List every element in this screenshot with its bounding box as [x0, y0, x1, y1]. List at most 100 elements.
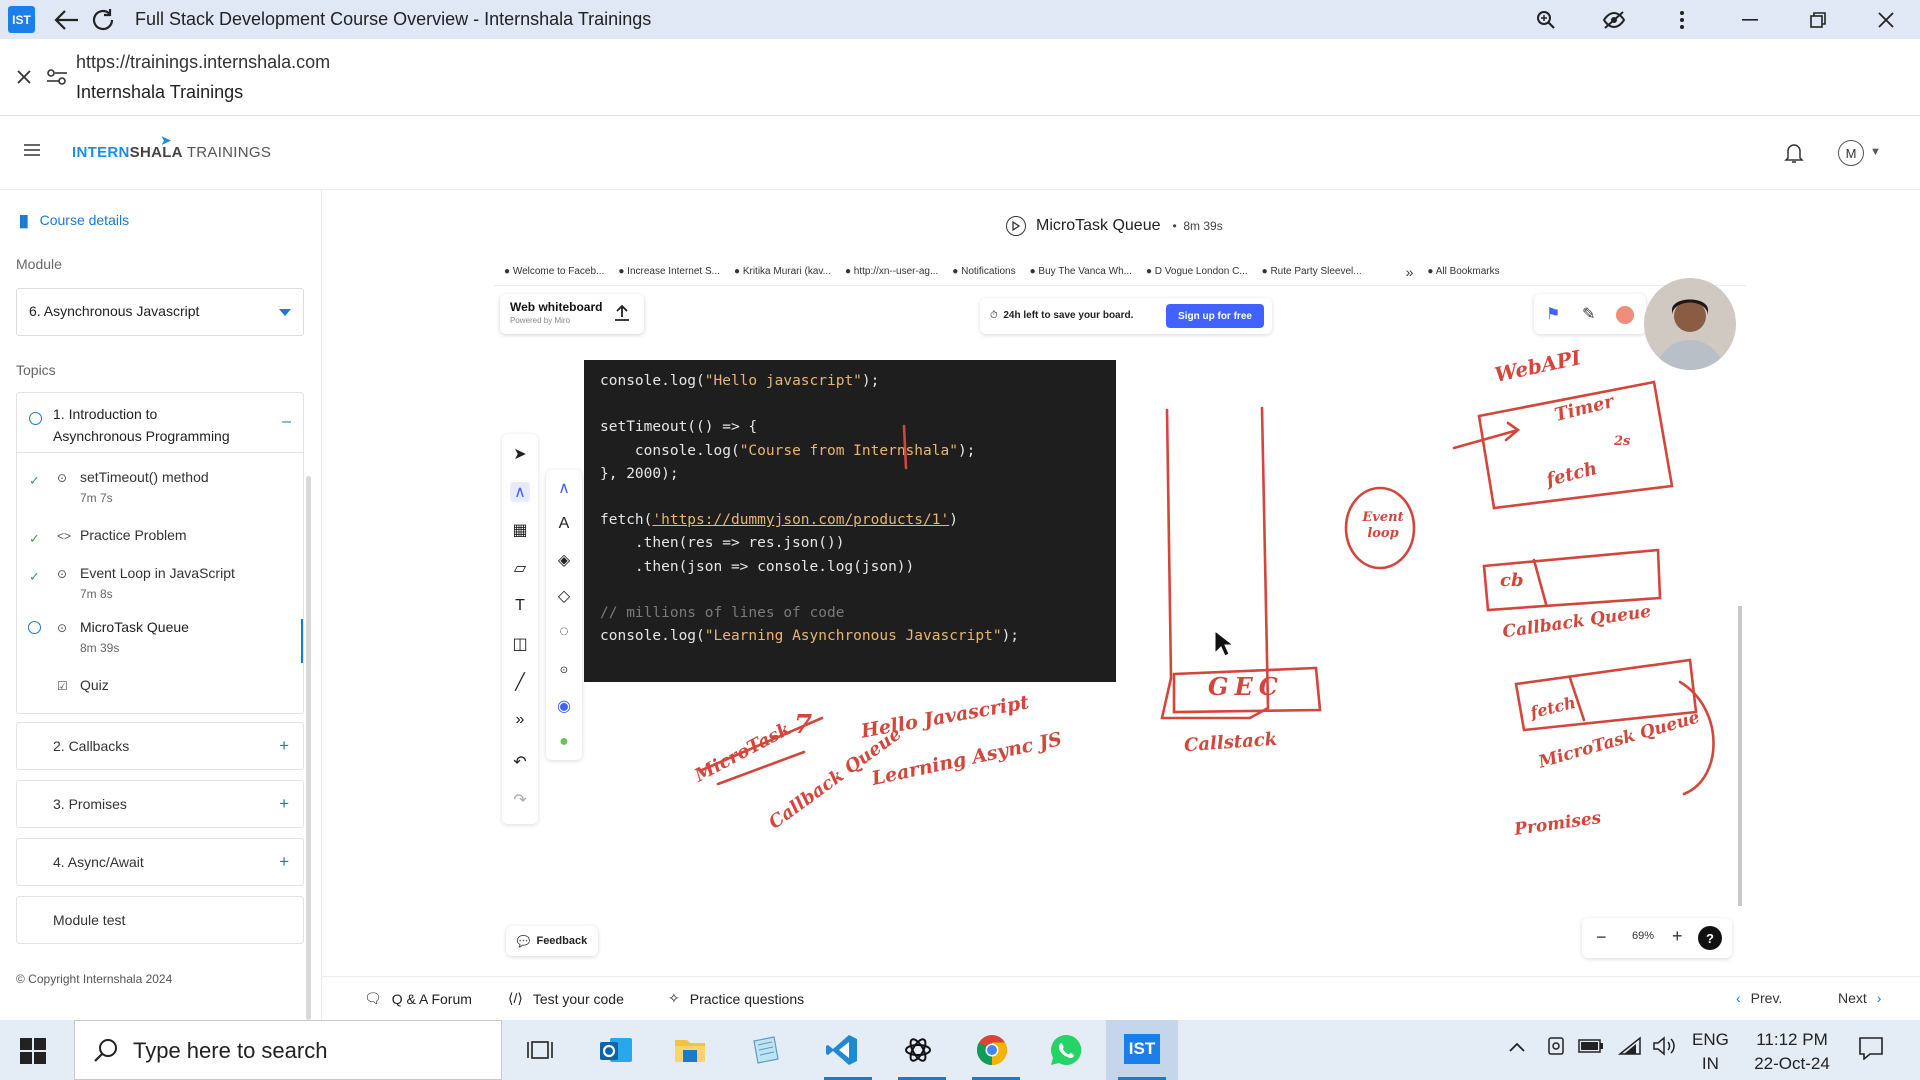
back-button[interactable]: [49, 2, 85, 38]
topic-1-title-line1: 1. Introduction to: [53, 406, 158, 422]
sidebar-scrollbar[interactable]: [306, 476, 311, 1020]
module-name: 4. Async/Await: [53, 854, 144, 870]
windows-taskbar: Type here to search IST ENG IN 11:12 PM …: [0, 1020, 1920, 1080]
topic-1-header[interactable]: 1. Introduction to Asynchronous Programm…: [17, 393, 303, 453]
code-window-icon: ⟨/⟩: [508, 990, 523, 1006]
module-test[interactable]: Module test: [16, 896, 304, 944]
zoom-in-icon: +: [1672, 926, 1683, 946]
list-item-active[interactable]: ⊙ MicroTask Queue 8m 39s: [17, 619, 303, 663]
language-indicator[interactable]: ENG IN: [1692, 1028, 1729, 1076]
zoom-out-icon: −: [1596, 927, 1607, 947]
hw-event-loop: Event loop: [1362, 510, 1404, 541]
list-item[interactable]: ☑ Quiz: [17, 677, 303, 707]
magnifier-icon: [1537, 10, 1555, 29]
test-code-button[interactable]: ⟨/⟩ Test your code: [508, 990, 624, 1007]
hw-2s: 2s: [1614, 434, 1631, 449]
chatgpt-app[interactable]: [898, 1030, 938, 1070]
outlook-icon: [600, 1038, 632, 1062]
active-indicator: [301, 619, 303, 663]
list-item[interactable]: ✓ ⊙ setTimeout() method 7m 7s: [17, 469, 303, 513]
module-callbacks[interactable]: 2. Callbacks +: [16, 722, 304, 770]
module-label: Module: [16, 256, 62, 272]
list-item[interactable]: ✓ <> Practice Problem: [17, 527, 303, 557]
outlook-app[interactable]: [596, 1030, 636, 1070]
play-circle-icon: ⊙: [57, 471, 68, 485]
hw-fetch-2: fetch: [1528, 692, 1578, 723]
show-hidden-icons-button[interactable]: [1508, 1038, 1526, 1058]
hw-microtask-queue: MicroTask Queue: [1536, 707, 1702, 773]
restore-button[interactable]: [1784, 2, 1852, 38]
tracking-button[interactable]: [1580, 2, 1648, 38]
kebab-icon: [1680, 10, 1684, 29]
task-view-button[interactable]: [520, 1030, 560, 1070]
circle-status-icon: [29, 412, 42, 425]
clock-time: 11:12 PM: [1756, 1030, 1828, 1049]
prev-button[interactable]: ‹ Prev.: [1736, 990, 1782, 1006]
module-promises[interactable]: 3. Promises +: [16, 780, 304, 828]
next-label: Next: [1838, 990, 1867, 1006]
next-button[interactable]: Next ›: [1838, 990, 1891, 1006]
task-view-icon: [527, 1041, 553, 1059]
zoom-button[interactable]: [1512, 2, 1580, 38]
topic-1-title: 1. Introduction to Asynchronous Programm…: [53, 403, 230, 447]
restore-icon: [1810, 11, 1826, 28]
vscode-app[interactable]: [822, 1030, 862, 1070]
chrome-app[interactable]: [972, 1030, 1012, 1070]
taskbar-search[interactable]: Type here to search: [74, 1020, 502, 1080]
play-circle-icon: ⊙: [57, 567, 68, 581]
reload-icon: [92, 8, 114, 30]
item-duration: 8m 39s: [80, 641, 120, 655]
topic-group-1: 1. Introduction to Asynchronous Programm…: [16, 392, 304, 714]
arrow-left-icon: [54, 9, 78, 30]
minimize-button[interactable]: [1716, 2, 1784, 38]
logo-text-intern: INTERN: [72, 144, 130, 161]
collapse-icon[interactable]: –: [282, 413, 291, 431]
notifications-center-button[interactable]: [1858, 1036, 1884, 1065]
clock-date: 22-Oct-24: [1754, 1054, 1830, 1073]
avatar[interactable]: M: [1838, 140, 1864, 166]
internshala-logo[interactable]: ➤ INTERNSHALA TRAININGS: [72, 132, 271, 161]
notepad-app[interactable]: [746, 1030, 786, 1070]
video-player[interactable]: ● Welcome to Faceb... ● Increase Internet…: [494, 258, 1746, 963]
lesson-bottom-bar: 🗨 Q & A Forum ⟨/⟩ Test your code ✧ Practice…: [322, 976, 1920, 1020]
zoom-controls: − 69% + ?: [1582, 918, 1732, 958]
bar-chart-icon: ▐▌: [16, 216, 32, 228]
meet-now-icon[interactable]: [1546, 1036, 1566, 1063]
close-window-button[interactable]: [1852, 2, 1920, 38]
practice-questions-button[interactable]: ✧ Practice questions: [668, 990, 804, 1007]
module-select[interactable]: 6. Asynchronous Javascript: [16, 288, 304, 336]
course-sidebar: ▐▌ Course details Module 6. Asynchronous …: [0, 190, 322, 1020]
caret-down-icon[interactable]: ▼: [1870, 146, 1881, 158]
module-async-await[interactable]: 4. Async/Await +: [16, 838, 304, 886]
qa-forum-button[interactable]: 🗨 Q & A Forum: [364, 990, 472, 1007]
prev-label: Prev.: [1750, 990, 1783, 1006]
vscode-icon: [826, 1035, 857, 1065]
hw-callback-queue: Callback Queue: [1501, 601, 1653, 643]
close-tab-button[interactable]: [12, 65, 36, 89]
ist-app[interactable]: IST: [1106, 1020, 1178, 1080]
module-select-value: 6. Asynchronous Javascript: [29, 303, 200, 319]
close-icon: [17, 70, 31, 84]
reload-button[interactable]: [85, 2, 121, 38]
clock[interactable]: 11:12 PM 22-Oct-24: [1742, 1028, 1842, 1076]
menu-button[interactable]: [1648, 2, 1716, 38]
help-icon: ?: [1698, 926, 1722, 950]
ist-app-label: IST: [1124, 1034, 1160, 1064]
start-button[interactable]: [20, 1038, 46, 1064]
play-circle-icon: [1006, 216, 1026, 236]
wifi-icon[interactable]: [1617, 1036, 1642, 1061]
battery-icon[interactable]: [1578, 1038, 1604, 1059]
site-header: ➤ INTERNSHALA TRAININGS M ▼: [0, 116, 1920, 190]
item-name: Practice Problem: [80, 527, 187, 543]
url-host[interactable]: https://trainings.internshala.com: [76, 52, 330, 73]
volume-icon[interactable]: [1652, 1036, 1676, 1061]
whatsapp-app[interactable]: [1046, 1030, 1086, 1070]
list-item[interactable]: ✓ ⊙ Event Loop in JavaScript 7m 8s: [17, 565, 303, 609]
site-settings-button[interactable]: [44, 65, 70, 89]
course-details-link[interactable]: ▐▌ Course details: [16, 212, 129, 228]
hamburger-menu-button[interactable]: [22, 142, 42, 162]
notifications-button[interactable]: [1784, 142, 1808, 166]
minimize-icon: [1742, 18, 1758, 21]
hw-microtask-left: MicroTask: [691, 718, 794, 787]
file-explorer-app[interactable]: [670, 1030, 710, 1070]
